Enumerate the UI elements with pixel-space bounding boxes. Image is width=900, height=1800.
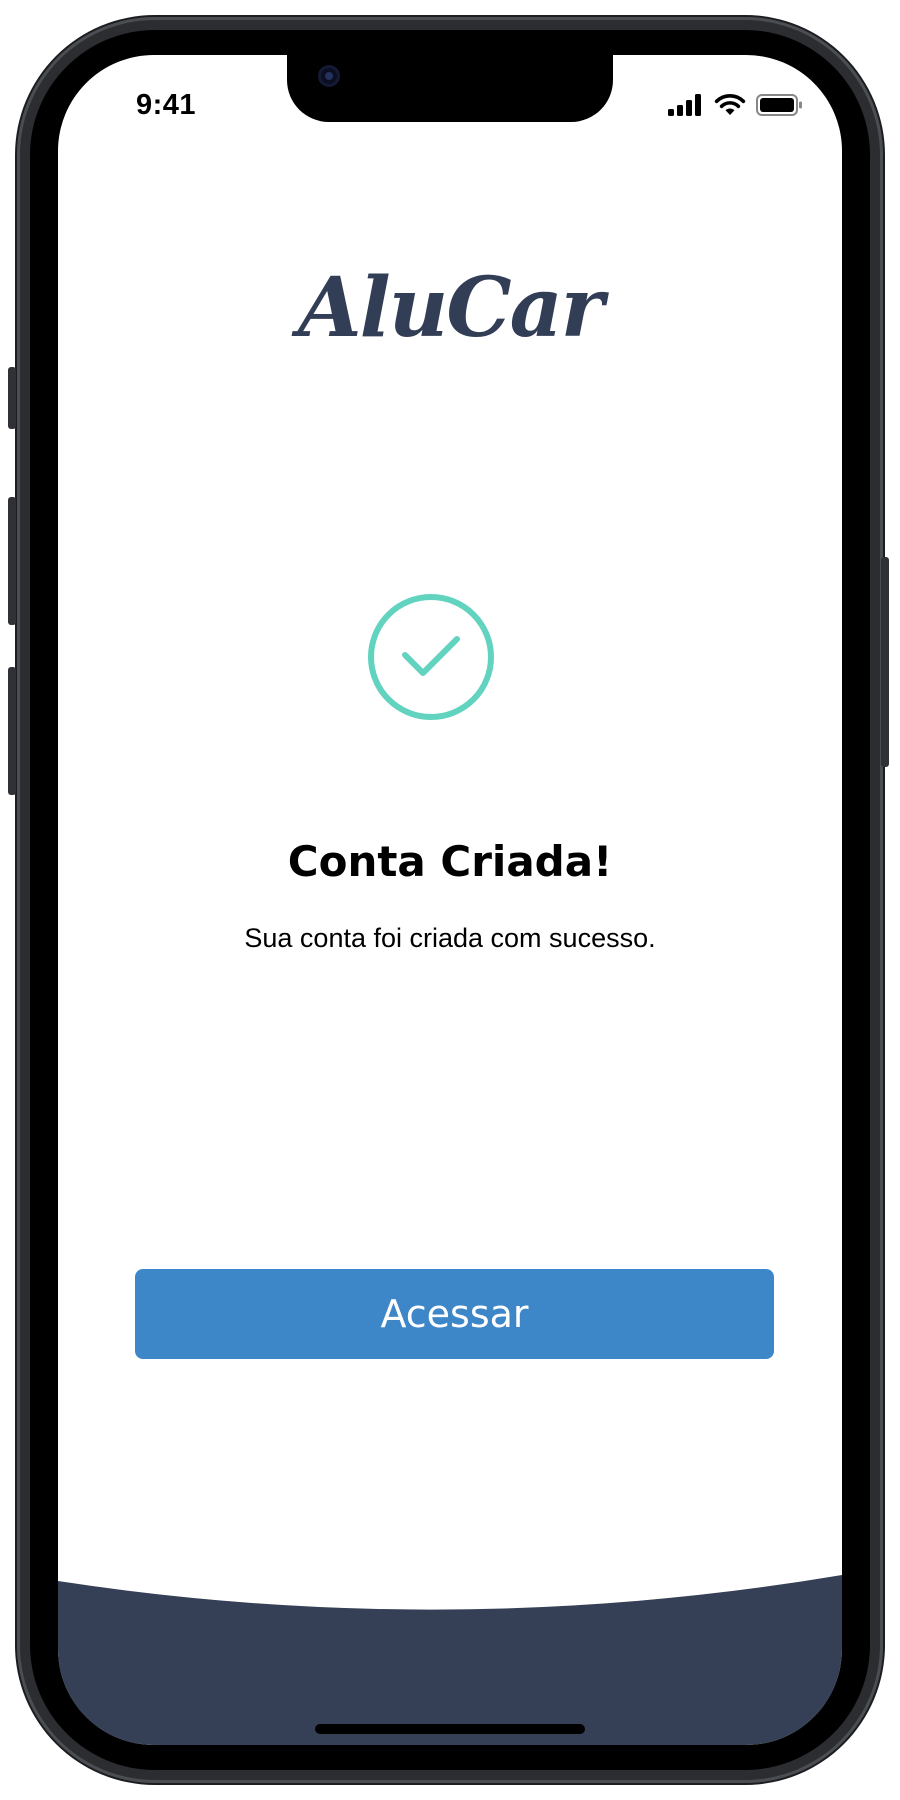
wifi-icon: [714, 94, 746, 115]
notch: [287, 55, 613, 122]
action-button: [8, 367, 16, 429]
app-logo: AluCar: [298, 260, 604, 356]
volume-down-button: [8, 667, 16, 795]
check-circle-icon: [368, 594, 494, 720]
success-title: Conta Criada!: [287, 837, 613, 886]
cellular-signal-icon: [668, 94, 701, 116]
home-indicator[interactable]: [315, 1724, 585, 1734]
bottom-wave-footer: [58, 1575, 842, 1745]
front-camera: [318, 65, 340, 87]
app-screen: 9:41 AluCar Conta Criada! Sua conta foi …: [58, 55, 842, 1745]
battery-icon: [756, 94, 802, 116]
status-icons: [668, 93, 804, 117]
success-message: Sua conta foi criada com sucesso.: [244, 923, 656, 953]
power-button: [881, 557, 889, 767]
volume-up-button: [8, 497, 16, 625]
access-button[interactable]: Acessar: [135, 1269, 774, 1359]
status-time: 9:41: [136, 89, 197, 121]
